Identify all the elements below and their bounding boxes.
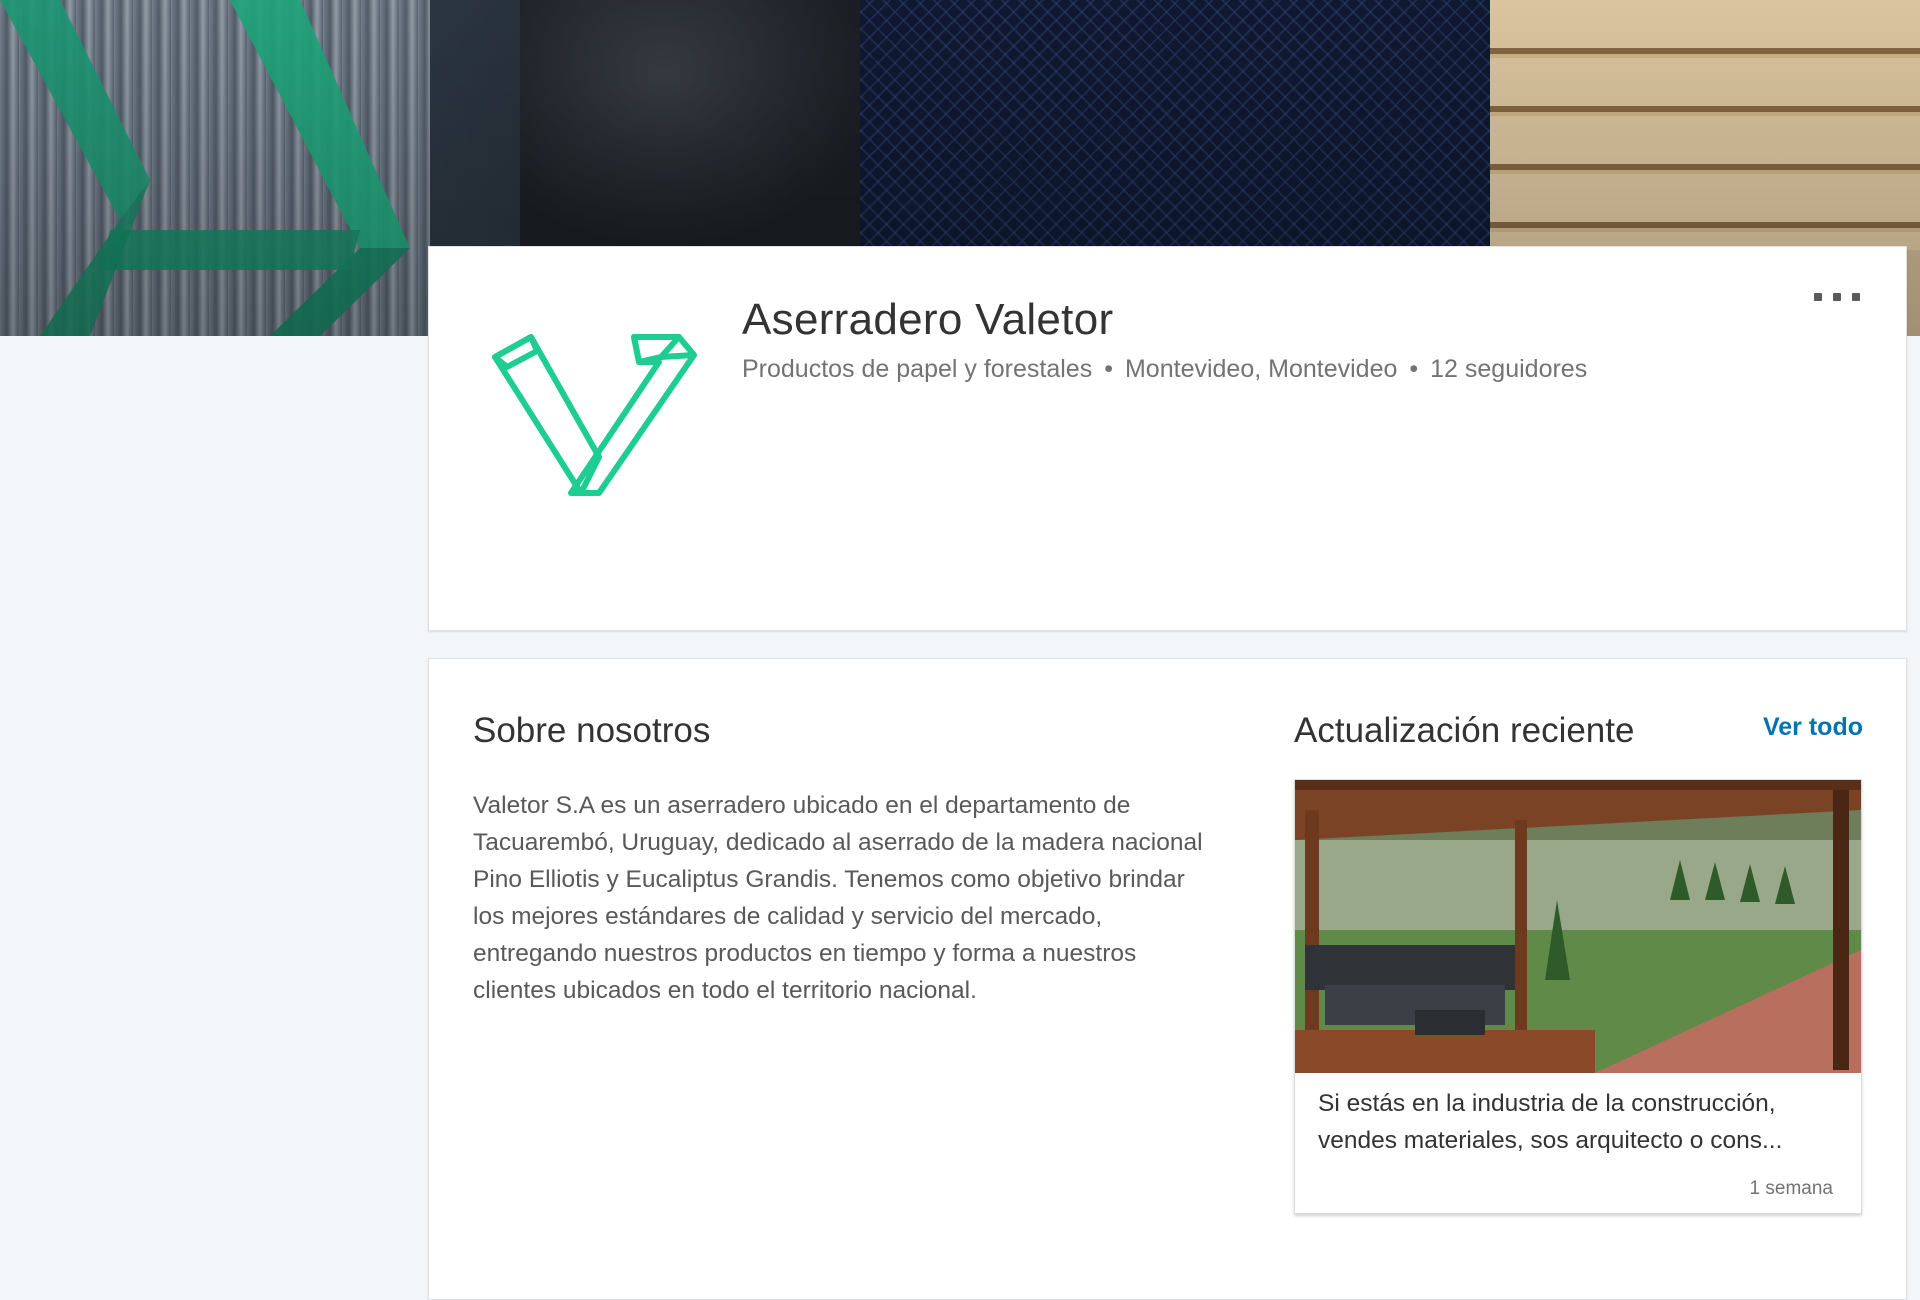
- recent-update-card[interactable]: Si estás en la industria de la construcc…: [1294, 779, 1862, 1214]
- wooden-deck-photo-icon: [1295, 780, 1861, 1073]
- meta-separator: •: [1409, 355, 1419, 383]
- update-text: Si estás en la industria de la construcc…: [1318, 1090, 1783, 1154]
- more-options-icon: [1833, 293, 1841, 301]
- company-name: Aserradero Valetor: [742, 295, 1114, 344]
- update-timestamp: 1 semana: [1749, 1178, 1833, 1199]
- company-industry: Productos de papel y forestales: [742, 355, 1093, 383]
- company-meta: Productos de papel y forestales • Montevid…: [742, 355, 1587, 384]
- more-options-icon: [1814, 293, 1822, 301]
- company-followers: 12 seguidores: [1430, 355, 1588, 383]
- company-location: Montevideo, Montevideo: [1124, 355, 1398, 383]
- more-options-button[interactable]: [1814, 287, 1860, 307]
- updates-title: Actualización reciente: [1294, 711, 1635, 750]
- about-section-card: Sobre nosotros Valetor S.A es un aserrad…: [428, 658, 1907, 1300]
- about-description: Valetor S.A es un aserradero ubicado en …: [473, 792, 1203, 1004]
- company-header-card: Aserradero Valetor Productos de papel y …: [428, 246, 1907, 631]
- see-all-link[interactable]: Ver todo: [1763, 713, 1863, 742]
- more-options-icon: [1852, 293, 1860, 301]
- valetor-logo-icon: [492, 334, 697, 496]
- about-title: Sobre nosotros: [473, 711, 711, 750]
- meta-separator: •: [1104, 355, 1113, 383]
